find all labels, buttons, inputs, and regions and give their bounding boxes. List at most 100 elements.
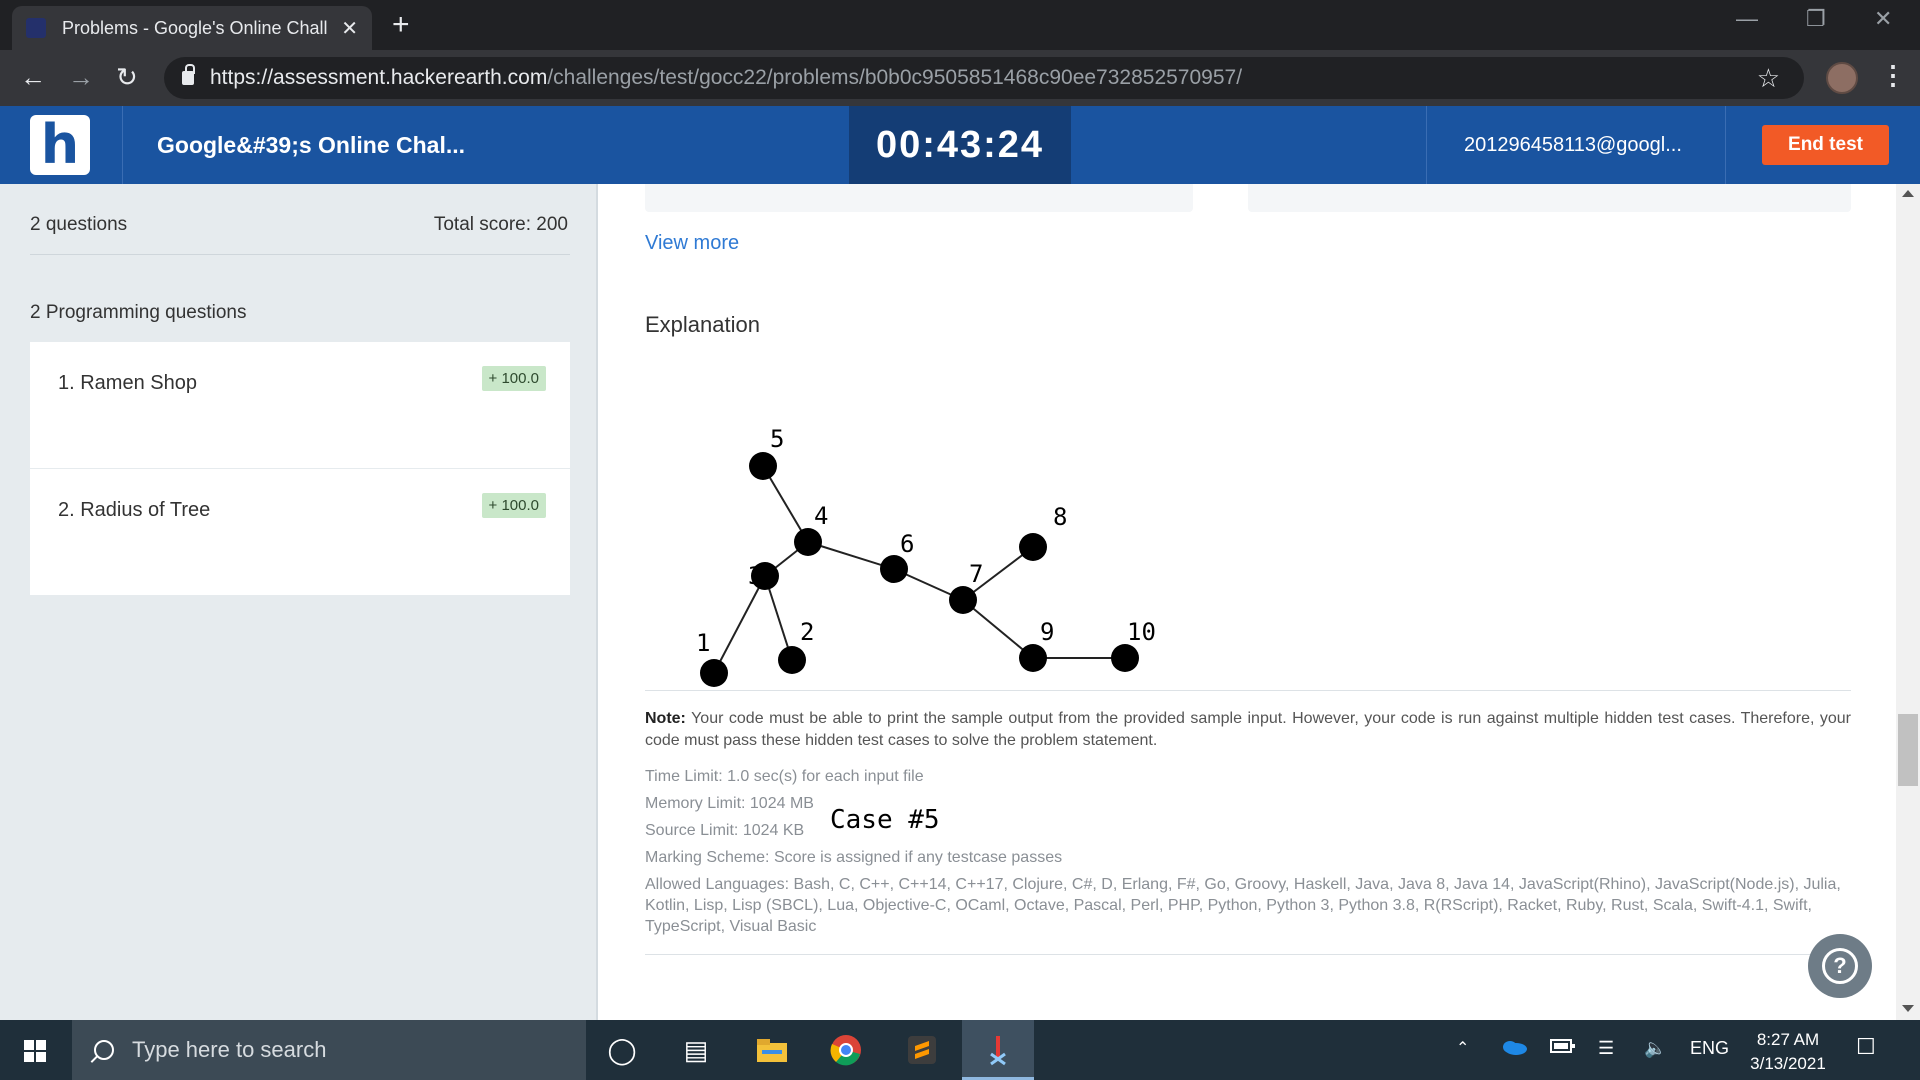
problem-content: View more Explanation 5 4 6 7 8 3 1 2 9 …	[600, 184, 1896, 1020]
restore-icon[interactable]: ❐	[1806, 6, 1826, 32]
reload-icon[interactable]: ↻	[116, 62, 138, 92]
taskbar-search-box[interactable]: Type here to search	[72, 1020, 586, 1080]
new-tab-button[interactable]: +	[392, 10, 410, 40]
forward-arrow-icon[interactable]: →	[68, 62, 94, 92]
graph-label-9: 9	[1040, 618, 1054, 646]
countdown-timer: 00:43:24	[849, 106, 1071, 184]
windows-taskbar: Type here to search ◯ ▤ ⌃ ☰ 🔈 ENG 8:27 A…	[0, 1020, 1920, 1080]
clock-time: 8:27 AM	[1756, 1030, 1820, 1049]
marking-scheme: Marking Scheme: Score is assigned if any…	[645, 849, 1063, 866]
task-view-icon[interactable]: ▤	[678, 1032, 714, 1068]
time-limit: Time Limit: 1.0 sec(s) for each input fi…	[645, 768, 924, 785]
search-placeholder: Type here to search	[132, 1037, 327, 1062]
tab-close-icon[interactable]: ✕	[341, 16, 358, 41]
graph-label-3: 3	[748, 562, 762, 590]
profile-avatar[interactable]	[1826, 62, 1858, 94]
graph-label-5: 5	[770, 425, 784, 453]
cortana-icon[interactable]: ◯	[604, 1032, 640, 1068]
hackerearth-favicon-icon	[26, 18, 46, 38]
sample-input-box	[645, 184, 1193, 212]
question-count: 2 questions	[30, 214, 128, 235]
browser-tab[interactable]: Problems - Google's Online Chall ✕	[12, 6, 372, 50]
sample-output-box	[1248, 184, 1851, 212]
url-host: https://assessment.hackerearth.com	[210, 66, 548, 89]
graph-label-7: 7	[969, 560, 983, 588]
help-button[interactable]: ?	[1808, 934, 1872, 998]
content-divider	[645, 954, 1851, 955]
header-divider	[1426, 106, 1427, 184]
tab-title: Problems - Google's Online Chall	[62, 17, 328, 38]
notifications-icon[interactable]: ☐	[1856, 1034, 1876, 1060]
test-title: Google&#39;s Online Chal...	[157, 132, 466, 158]
graph-node-10	[1111, 644, 1139, 672]
browser-tabbar: Problems - Google's Online Chall ✕ + — ❐…	[0, 0, 1920, 50]
lock-icon	[182, 64, 195, 85]
question-mark-icon: ?	[1822, 948, 1858, 984]
user-email[interactable]: 201296458113@googl...	[1464, 134, 1682, 157]
back-arrow-icon[interactable]: ←	[20, 62, 46, 92]
system-clock[interactable]: 8:27 AM 3/13/2021	[1740, 1028, 1836, 1076]
graph-label-10: 10	[1127, 618, 1156, 646]
scroll-down-arrow-icon[interactable]	[1902, 1005, 1914, 1012]
scroll-up-arrow-icon[interactable]	[1902, 190, 1914, 197]
note-label: Note:	[645, 710, 686, 727]
graph-node-5	[749, 452, 777, 480]
graph-node-6	[880, 555, 908, 583]
sidebar-divider	[30, 254, 570, 255]
window-close-icon[interactable]: ✕	[1874, 6, 1892, 32]
snipping-tool-icon[interactable]	[980, 1032, 1016, 1068]
speaker-muted-icon[interactable]: 🔈	[1644, 1038, 1666, 1059]
question-label: 1. Ramen Shop	[58, 372, 197, 394]
graph-label-2: 2	[800, 618, 814, 646]
content-divider	[645, 690, 1851, 691]
explanation-heading: Explanation	[645, 312, 760, 337]
question-item-ramen-shop[interactable]: 1. Ramen Shop + 100.0	[30, 342, 570, 468]
graph-label-6: 6	[900, 530, 914, 558]
graph-label-4: 4	[814, 502, 828, 530]
header-divider	[122, 106, 123, 184]
search-icon	[94, 1040, 114, 1060]
chrome-icon[interactable]	[828, 1032, 864, 1068]
graph-label-1: 1	[696, 629, 710, 657]
note-text: Your code must be able to print the samp…	[645, 710, 1852, 749]
graph-node-2	[778, 646, 806, 674]
graph-node-8	[1019, 533, 1047, 561]
section-label: 2 Programming questions	[30, 302, 247, 323]
view-more-link[interactable]: View more	[645, 232, 739, 255]
graph-node-9	[1019, 644, 1047, 672]
clock-date: 3/13/2021	[1750, 1054, 1826, 1073]
sublime-text-icon[interactable]	[904, 1032, 940, 1068]
onedrive-icon[interactable]	[1500, 1038, 1528, 1061]
battery-icon[interactable]	[1550, 1038, 1576, 1059]
graph-label-8: 8	[1053, 503, 1067, 531]
end-test-button[interactable]: End test	[1762, 125, 1889, 165]
header-divider	[1725, 106, 1726, 184]
questions-sidebar: 2 questions Total score: 200 2 Programmi…	[0, 184, 598, 1020]
question-item-radius-of-tree[interactable]: 2. Radius of Tree + 100.0	[30, 469, 570, 595]
windows-start-icon[interactable]	[24, 1040, 46, 1062]
scrollbar-thumb[interactable]	[1898, 714, 1918, 786]
memory-limit: Memory Limit: 1024 MB	[645, 795, 814, 812]
show-hidden-icons-chevron-icon[interactable]: ⌃	[1456, 1038, 1469, 1058]
file-explorer-icon[interactable]	[754, 1032, 790, 1068]
bookmark-star-icon[interactable]: ☆	[1757, 63, 1780, 94]
note-paragraph: Note: Your code must be able to print th…	[645, 708, 1851, 752]
address-bar[interactable]: https://assessment.hackerearth.com/chall…	[164, 57, 1804, 99]
test-header: h Google&#39;s Online Chal... 00:43:24 2…	[0, 106, 1920, 184]
graph-node-1	[700, 659, 728, 687]
url-path: /challenges/test/gocc22/problems/b0b0c95…	[547, 66, 1243, 89]
edge-3-1	[713, 575, 766, 674]
page-scrollbar[interactable]	[1896, 184, 1920, 1020]
source-limit: Source Limit: 1024 KB	[645, 822, 805, 839]
question-label: 2. Radius of Tree	[58, 499, 211, 521]
language-indicator[interactable]: ENG	[1690, 1038, 1729, 1059]
allowed-languages: Allowed Languages: Bash, C, C++, C++14, …	[645, 876, 1841, 935]
hackerearth-logo[interactable]: h	[30, 115, 90, 175]
minimize-icon[interactable]: —	[1736, 6, 1758, 32]
graph-node-4	[794, 528, 822, 556]
browser-menu-icon[interactable]: ⋮	[1880, 60, 1906, 91]
total-score: Total score: 200	[433, 214, 568, 235]
score-badge: + 100.0	[481, 366, 546, 391]
graph-node-7	[949, 586, 977, 614]
wifi-icon[interactable]: ☰	[1598, 1038, 1614, 1059]
